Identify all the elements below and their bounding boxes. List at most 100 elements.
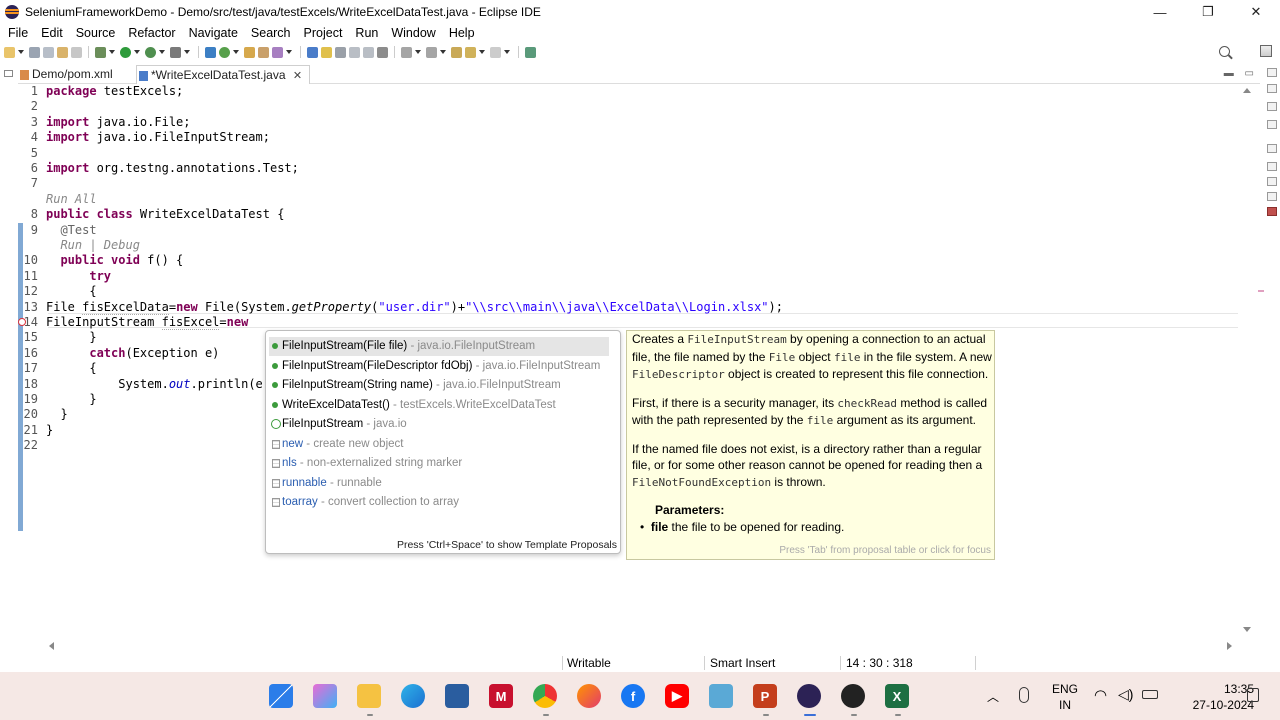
open-perspective-icon[interactable] — [1260, 45, 1272, 57]
status-insert-mode[interactable]: Smart Insert — [710, 654, 775, 672]
show-hidden-icons-chevron-icon[interactable]: ︿ — [987, 688, 999, 720]
open-type-icon[interactable] — [244, 46, 255, 58]
problems-view-icon[interactable] — [1267, 144, 1277, 153]
tab-write-excel-data-test[interactable]: *WriteExcelDataTest.java ✕ — [136, 65, 310, 84]
view-icon[interactable] — [1267, 84, 1277, 93]
coverage-icon[interactable] — [145, 46, 156, 58]
back-dropdown-icon[interactable] — [479, 50, 485, 54]
proposal-item[interactable]: nls - non-externalized string marker — [269, 454, 609, 473]
scroll-up-icon[interactable] — [1243, 88, 1251, 93]
menu-refactor[interactable]: Refactor — [120, 24, 180, 42]
run-dropdown-icon[interactable] — [134, 50, 140, 54]
proposal-item[interactable]: FileInputStream(String name) - java.io.F… — [269, 376, 609, 395]
powerpoint-icon[interactable]: P — [753, 684, 777, 708]
menu-file[interactable]: File — [0, 24, 33, 42]
run-icon[interactable] — [120, 46, 131, 58]
save-all-icon[interactable] — [43, 46, 54, 58]
menu-edit[interactable]: Edit — [33, 24, 68, 42]
restore-view-icon[interactable] — [4, 70, 13, 77]
scroll-left-icon[interactable] — [49, 642, 54, 650]
menu-navigate[interactable]: Navigate — [181, 24, 243, 42]
show-whitespace-icon[interactable] — [335, 46, 346, 58]
open-task-icon[interactable] — [258, 46, 269, 58]
proposal-item[interactable]: new - create new object — [269, 435, 609, 454]
obs-icon[interactable] — [841, 684, 865, 708]
block-selection-icon[interactable] — [349, 46, 360, 58]
open-icon[interactable] — [57, 46, 68, 58]
menu-run[interactable]: Run — [347, 24, 383, 42]
language-indicator[interactable]: ENG IN — [1052, 681, 1078, 713]
content-assist-popup[interactable]: FileInputStream(File file) - java.io.Fil… — [265, 330, 621, 554]
firefox-icon[interactable] — [577, 684, 601, 708]
proposal-item[interactable]: FileInputStream(File file) - java.io.Fil… — [269, 337, 609, 356]
testng-view-icon[interactable] — [1267, 207, 1277, 216]
run-debug-codelens[interactable]: Run | Debug — [60, 238, 139, 252]
external-tools-dropdown-icon[interactable] — [184, 50, 190, 54]
toggle-mark-occurrences-icon[interactable] — [307, 46, 318, 58]
search-tool-icon[interactable] — [272, 46, 283, 58]
error-icon[interactable] — [18, 318, 26, 326]
proposal-item[interactable]: FileInputStream - java.io — [269, 415, 609, 434]
menu-project[interactable]: Project — [296, 24, 348, 42]
javadoc-hover[interactable]: Creates a FileInputStream by opening a c… — [626, 330, 995, 560]
scroll-right-icon[interactable] — [1227, 642, 1232, 650]
youtube-icon[interactable]: ▶ — [665, 684, 689, 708]
forward-icon[interactable] — [490, 46, 501, 58]
back-icon[interactable] — [465, 46, 476, 58]
editor-minimize-maximize-icon[interactable]: ▬ ▭ — [1224, 68, 1258, 79]
save-icon[interactable] — [29, 46, 40, 58]
new-dropdown-icon[interactable] — [18, 50, 24, 54]
coverage-dropdown-icon[interactable] — [159, 50, 165, 54]
copilot-icon[interactable] — [313, 684, 337, 708]
previous-annotation-icon[interactable] — [426, 46, 437, 58]
menu-window[interactable]: Window — [383, 24, 440, 42]
volume-icon[interactable]: ◁) — [1118, 686, 1133, 720]
wifi-icon[interactable]: ◠ — [1094, 686, 1107, 720]
menu-search[interactable]: Search — [243, 24, 296, 42]
status-cursor-position[interactable]: 14 : 30 : 318 — [846, 654, 913, 672]
show-source-icon[interactable] — [377, 46, 388, 58]
scroll-down-icon[interactable] — [1243, 627, 1251, 632]
print-icon[interactable] — [71, 46, 82, 58]
notification-bell-icon[interactable] — [1247, 688, 1259, 702]
microsoft-store-icon[interactable] — [445, 684, 469, 708]
toggle-highlight-icon[interactable] — [321, 46, 332, 58]
next-annotation-dropdown-icon[interactable] — [415, 50, 421, 54]
excel-icon[interactable]: X — [885, 684, 909, 708]
new-package-icon[interactable] — [219, 46, 230, 58]
overview-ruler[interactable] — [1256, 84, 1264, 636]
menu-source[interactable]: Source — [68, 24, 121, 42]
run-all-codelens[interactable]: Run All — [46, 192, 97, 206]
outline-view-icon[interactable] — [1267, 102, 1277, 111]
debug-icon[interactable] — [95, 46, 106, 58]
file-explorer-icon[interactable] — [357, 684, 381, 708]
new-java-project-icon[interactable] — [205, 46, 216, 58]
chrome-icon[interactable] — [533, 684, 557, 708]
last-edit-location-icon[interactable] — [451, 46, 462, 58]
edge-icon[interactable] — [401, 684, 425, 708]
settings-app-icon[interactable] — [709, 684, 733, 708]
external-tools-icon[interactable] — [170, 46, 181, 58]
javadoc-view-icon[interactable] — [1267, 162, 1277, 171]
pin-editor-icon[interactable] — [525, 46, 536, 58]
word-wrap-icon[interactable] — [363, 46, 374, 58]
system-clock[interactable]: 13:35 27-10-2024 — [1193, 681, 1254, 713]
outline-view-icon[interactable] — [1267, 120, 1277, 129]
eclipse-taskbar-icon[interactable] — [797, 684, 821, 708]
vertical-scrollbar[interactable] — [1240, 84, 1254, 636]
menu-help[interactable]: Help — [441, 24, 480, 42]
new-class-dropdown-icon[interactable] — [233, 50, 239, 54]
windows-start-icon[interactable] — [269, 684, 293, 708]
search-dropdown-icon[interactable] — [286, 50, 292, 54]
close-tab-icon[interactable]: ✕ — [293, 70, 302, 82]
view-icon[interactable] — [1267, 68, 1277, 77]
search-icon[interactable] — [1219, 46, 1230, 57]
proposal-item[interactable]: FileInputStream(FileDescriptor fdObj) - … — [269, 357, 609, 376]
mcafee-icon[interactable]: M — [489, 684, 513, 708]
new-icon[interactable] — [4, 46, 15, 58]
console-view-icon[interactable] — [1267, 192, 1277, 201]
declaration-view-icon[interactable] — [1267, 177, 1277, 186]
microphone-icon[interactable] — [1019, 687, 1029, 703]
debug-dropdown-icon[interactable] — [109, 50, 115, 54]
previous-annotation-dropdown-icon[interactable] — [440, 50, 446, 54]
